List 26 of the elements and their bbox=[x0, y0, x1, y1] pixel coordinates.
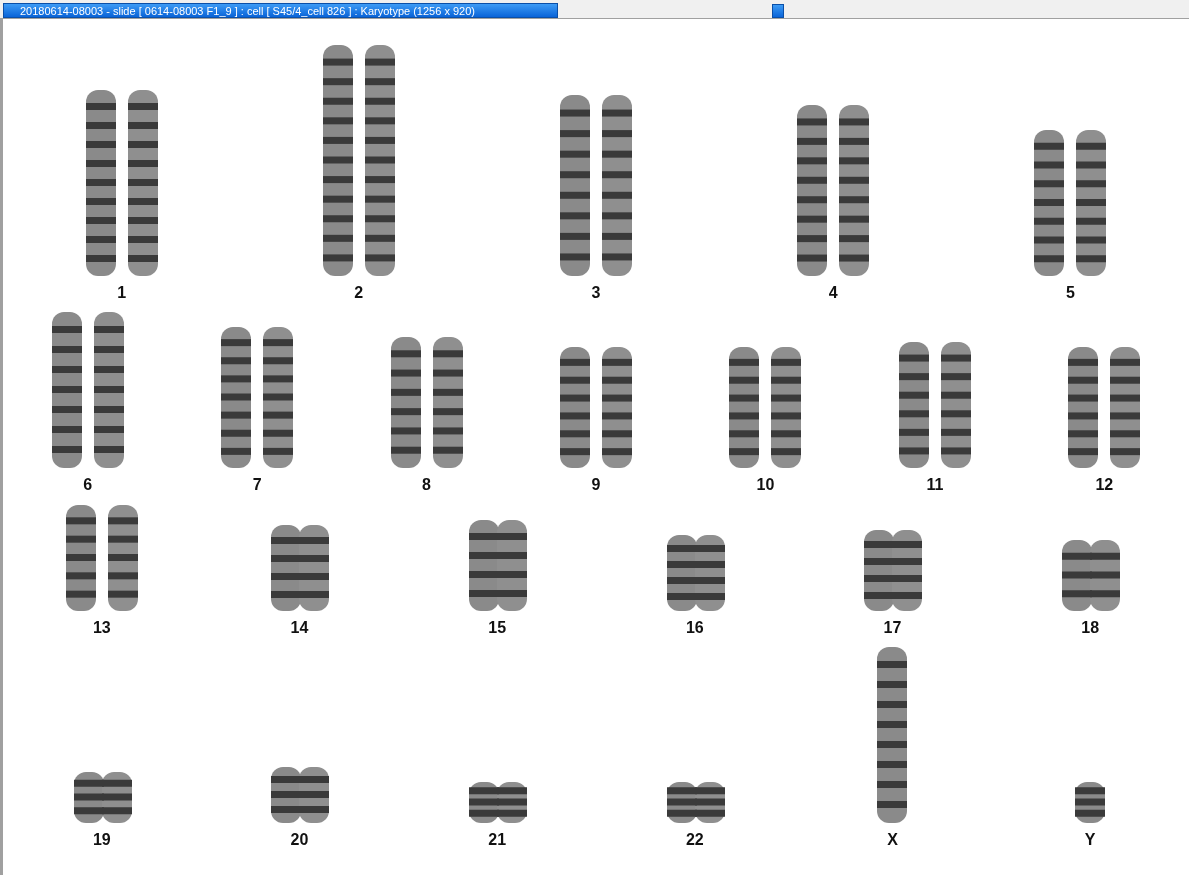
chromosome-label: 15 bbox=[488, 618, 507, 637]
chromosome-label: 6 bbox=[83, 476, 93, 495]
chromosome-label: 11 bbox=[926, 476, 944, 495]
chromosome-label: Y bbox=[1084, 831, 1096, 849]
chromosome-label: 2 bbox=[354, 284, 364, 302]
chromosome-label: 1 bbox=[117, 284, 127, 302]
chromosome-label: 16 bbox=[685, 618, 704, 637]
chromosome-label: 20 bbox=[290, 831, 309, 849]
chromosome-label: 9 bbox=[591, 476, 601, 495]
chromosome-label: 13 bbox=[92, 618, 111, 637]
chromosome-label: 4 bbox=[828, 284, 838, 302]
chromosome-label: 10 bbox=[756, 476, 775, 495]
chromosome-label: X bbox=[887, 831, 898, 849]
chromosome-label: 3 bbox=[591, 284, 601, 302]
chromosome-label: 17 bbox=[883, 618, 902, 637]
chromosome-label: 12 bbox=[1095, 476, 1114, 495]
chromosome-label: 7 bbox=[252, 476, 262, 495]
window-handle[interactable] bbox=[772, 4, 784, 18]
chromosome-label: 5 bbox=[1065, 284, 1075, 302]
chromosome-label: 21 bbox=[488, 831, 507, 849]
chromosome-label: 14 bbox=[290, 618, 309, 637]
chromosome-label: 22 bbox=[685, 831, 704, 849]
chromosome-label: 18 bbox=[1081, 618, 1100, 637]
chromosome-label: 19 bbox=[92, 831, 111, 849]
window-title: 20180614-08003 - slide [ 0614-08003 F1_9 ] : cell [ S45/4_cell 826 ] : Karyotype (1256 x 920) bbox=[3, 3, 558, 18]
chromosome-label: 8 bbox=[422, 476, 431, 495]
